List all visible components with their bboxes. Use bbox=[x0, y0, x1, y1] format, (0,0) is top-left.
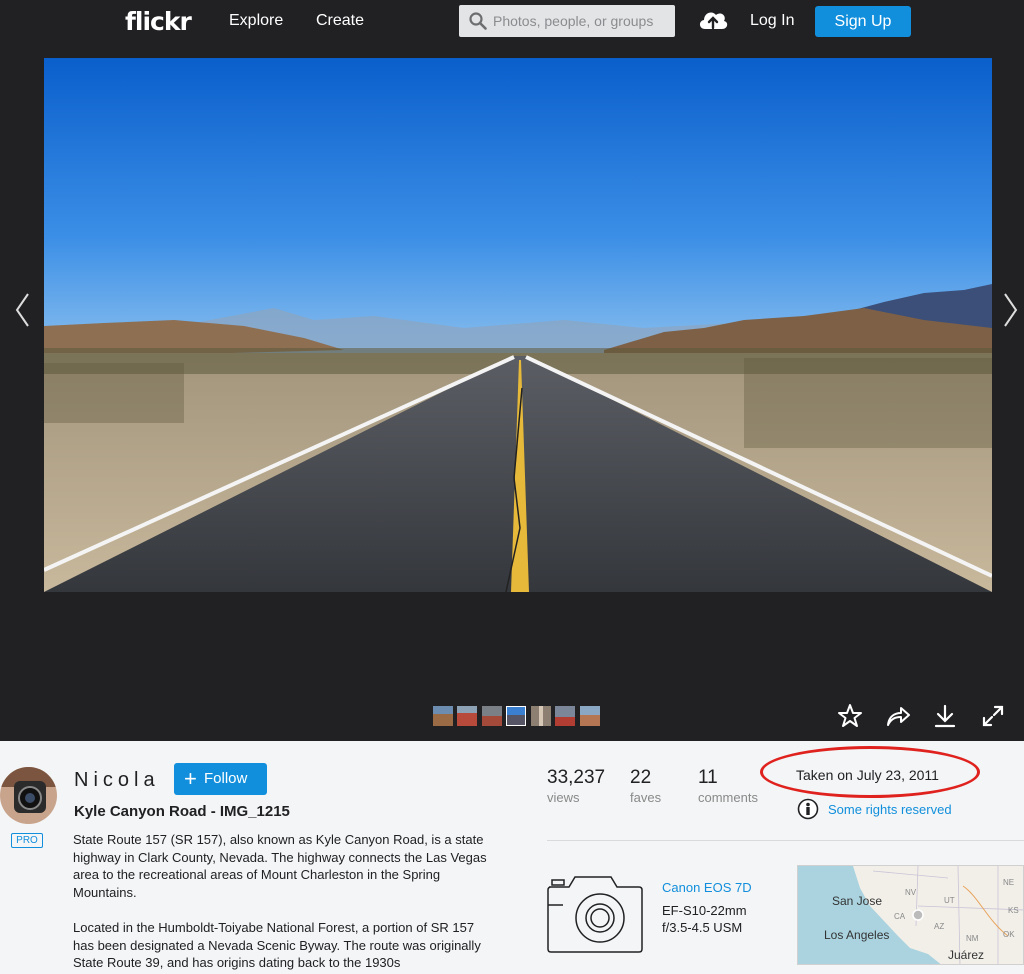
location-map[interactable]: San Jose Los Angeles Juárez NV UT CA AZ … bbox=[797, 865, 1024, 965]
views-label: views bbox=[547, 790, 580, 805]
nav-explore-link[interactable]: Explore bbox=[229, 12, 283, 30]
filmstrip-thumb[interactable] bbox=[580, 706, 600, 726]
views-count: 33,237 bbox=[547, 767, 606, 788]
map-label-san-jose: San Jose bbox=[832, 894, 883, 908]
map-state-label: UT bbox=[944, 896, 955, 905]
photo-title: Kyle Canyon Road - IMG_1215 bbox=[74, 803, 290, 820]
map-state-label: NE bbox=[1003, 878, 1015, 887]
star-icon[interactable] bbox=[837, 703, 863, 729]
map-label-juarez: Juárez bbox=[948, 948, 985, 962]
avatar[interactable] bbox=[0, 767, 57, 824]
follow-label: Follow bbox=[204, 770, 248, 787]
camera-model-link[interactable]: Canon EOS 7D bbox=[662, 880, 752, 895]
map-state-label: NM bbox=[966, 934, 979, 943]
login-link[interactable]: Log In bbox=[750, 12, 794, 30]
lens-aperture: f/3.5-4.5 USM bbox=[662, 920, 743, 935]
download-icon[interactable] bbox=[932, 703, 958, 729]
stat-views: 33,237 views bbox=[547, 767, 605, 805]
top-nav: flickr Explore Create Log In Sign Up bbox=[0, 0, 1024, 46]
map-label-los-angeles: Los Angeles bbox=[824, 928, 890, 942]
stat-faves: 22 faves bbox=[630, 767, 661, 805]
nav-create-link[interactable]: Create bbox=[316, 12, 364, 30]
filmstrip-thumb[interactable] bbox=[433, 706, 453, 726]
map-state-label: AZ bbox=[934, 922, 945, 931]
photo-stage bbox=[0, 46, 1024, 741]
share-icon[interactable] bbox=[885, 703, 911, 729]
annotation-circle bbox=[760, 746, 980, 798]
comments-count: 11 bbox=[698, 767, 718, 788]
follow-button[interactable]: + Follow bbox=[174, 763, 267, 795]
flickr-logo[interactable]: flickr bbox=[125, 7, 192, 36]
signup-button[interactable]: Sign Up bbox=[815, 6, 911, 37]
map-state-label: KS bbox=[1008, 906, 1019, 915]
chevron-left-icon[interactable] bbox=[12, 290, 32, 330]
faves-label: faves bbox=[630, 790, 662, 805]
map-state-label: CA bbox=[894, 912, 906, 921]
filmstrip-thumb[interactable] bbox=[531, 706, 551, 726]
map-state-label: OK bbox=[1003, 930, 1015, 939]
filmstrip-thumb[interactable] bbox=[555, 706, 575, 726]
search-box[interactable] bbox=[459, 5, 675, 37]
fullscreen-icon[interactable] bbox=[980, 703, 1006, 729]
creative-commons-icon bbox=[797, 798, 819, 820]
chevron-right-icon[interactable] bbox=[1001, 290, 1021, 330]
filmstrip-thumb[interactable] bbox=[482, 706, 502, 726]
lens-info: EF-S10-22mm bbox=[662, 903, 747, 918]
main-photo[interactable] bbox=[44, 58, 992, 592]
photo-description-more: Located in the Humboldt-Toiyabe National… bbox=[73, 920, 481, 970]
filmstrip-thumb[interactable] bbox=[506, 706, 526, 726]
photo-description: State Route 157 (SR 157), also known as … bbox=[73, 832, 487, 900]
map-state-label: NV bbox=[905, 888, 917, 897]
license-link[interactable]: Some rights reserved bbox=[828, 802, 952, 817]
owner-name[interactable]: Nicola bbox=[74, 769, 160, 792]
upload-cloud-icon[interactable] bbox=[697, 7, 729, 33]
search-icon bbox=[469, 12, 487, 30]
search-input[interactable] bbox=[493, 5, 669, 37]
comments-label: comments bbox=[698, 790, 758, 805]
faves-count: 22 bbox=[630, 767, 652, 788]
filmstrip-thumb[interactable] bbox=[457, 706, 477, 726]
stat-comments: 11 comments bbox=[698, 767, 758, 805]
pro-badge: PRO bbox=[11, 833, 43, 848]
divider bbox=[547, 840, 1024, 841]
camera-icon bbox=[547, 876, 643, 953]
plus-icon: + bbox=[184, 766, 197, 791]
